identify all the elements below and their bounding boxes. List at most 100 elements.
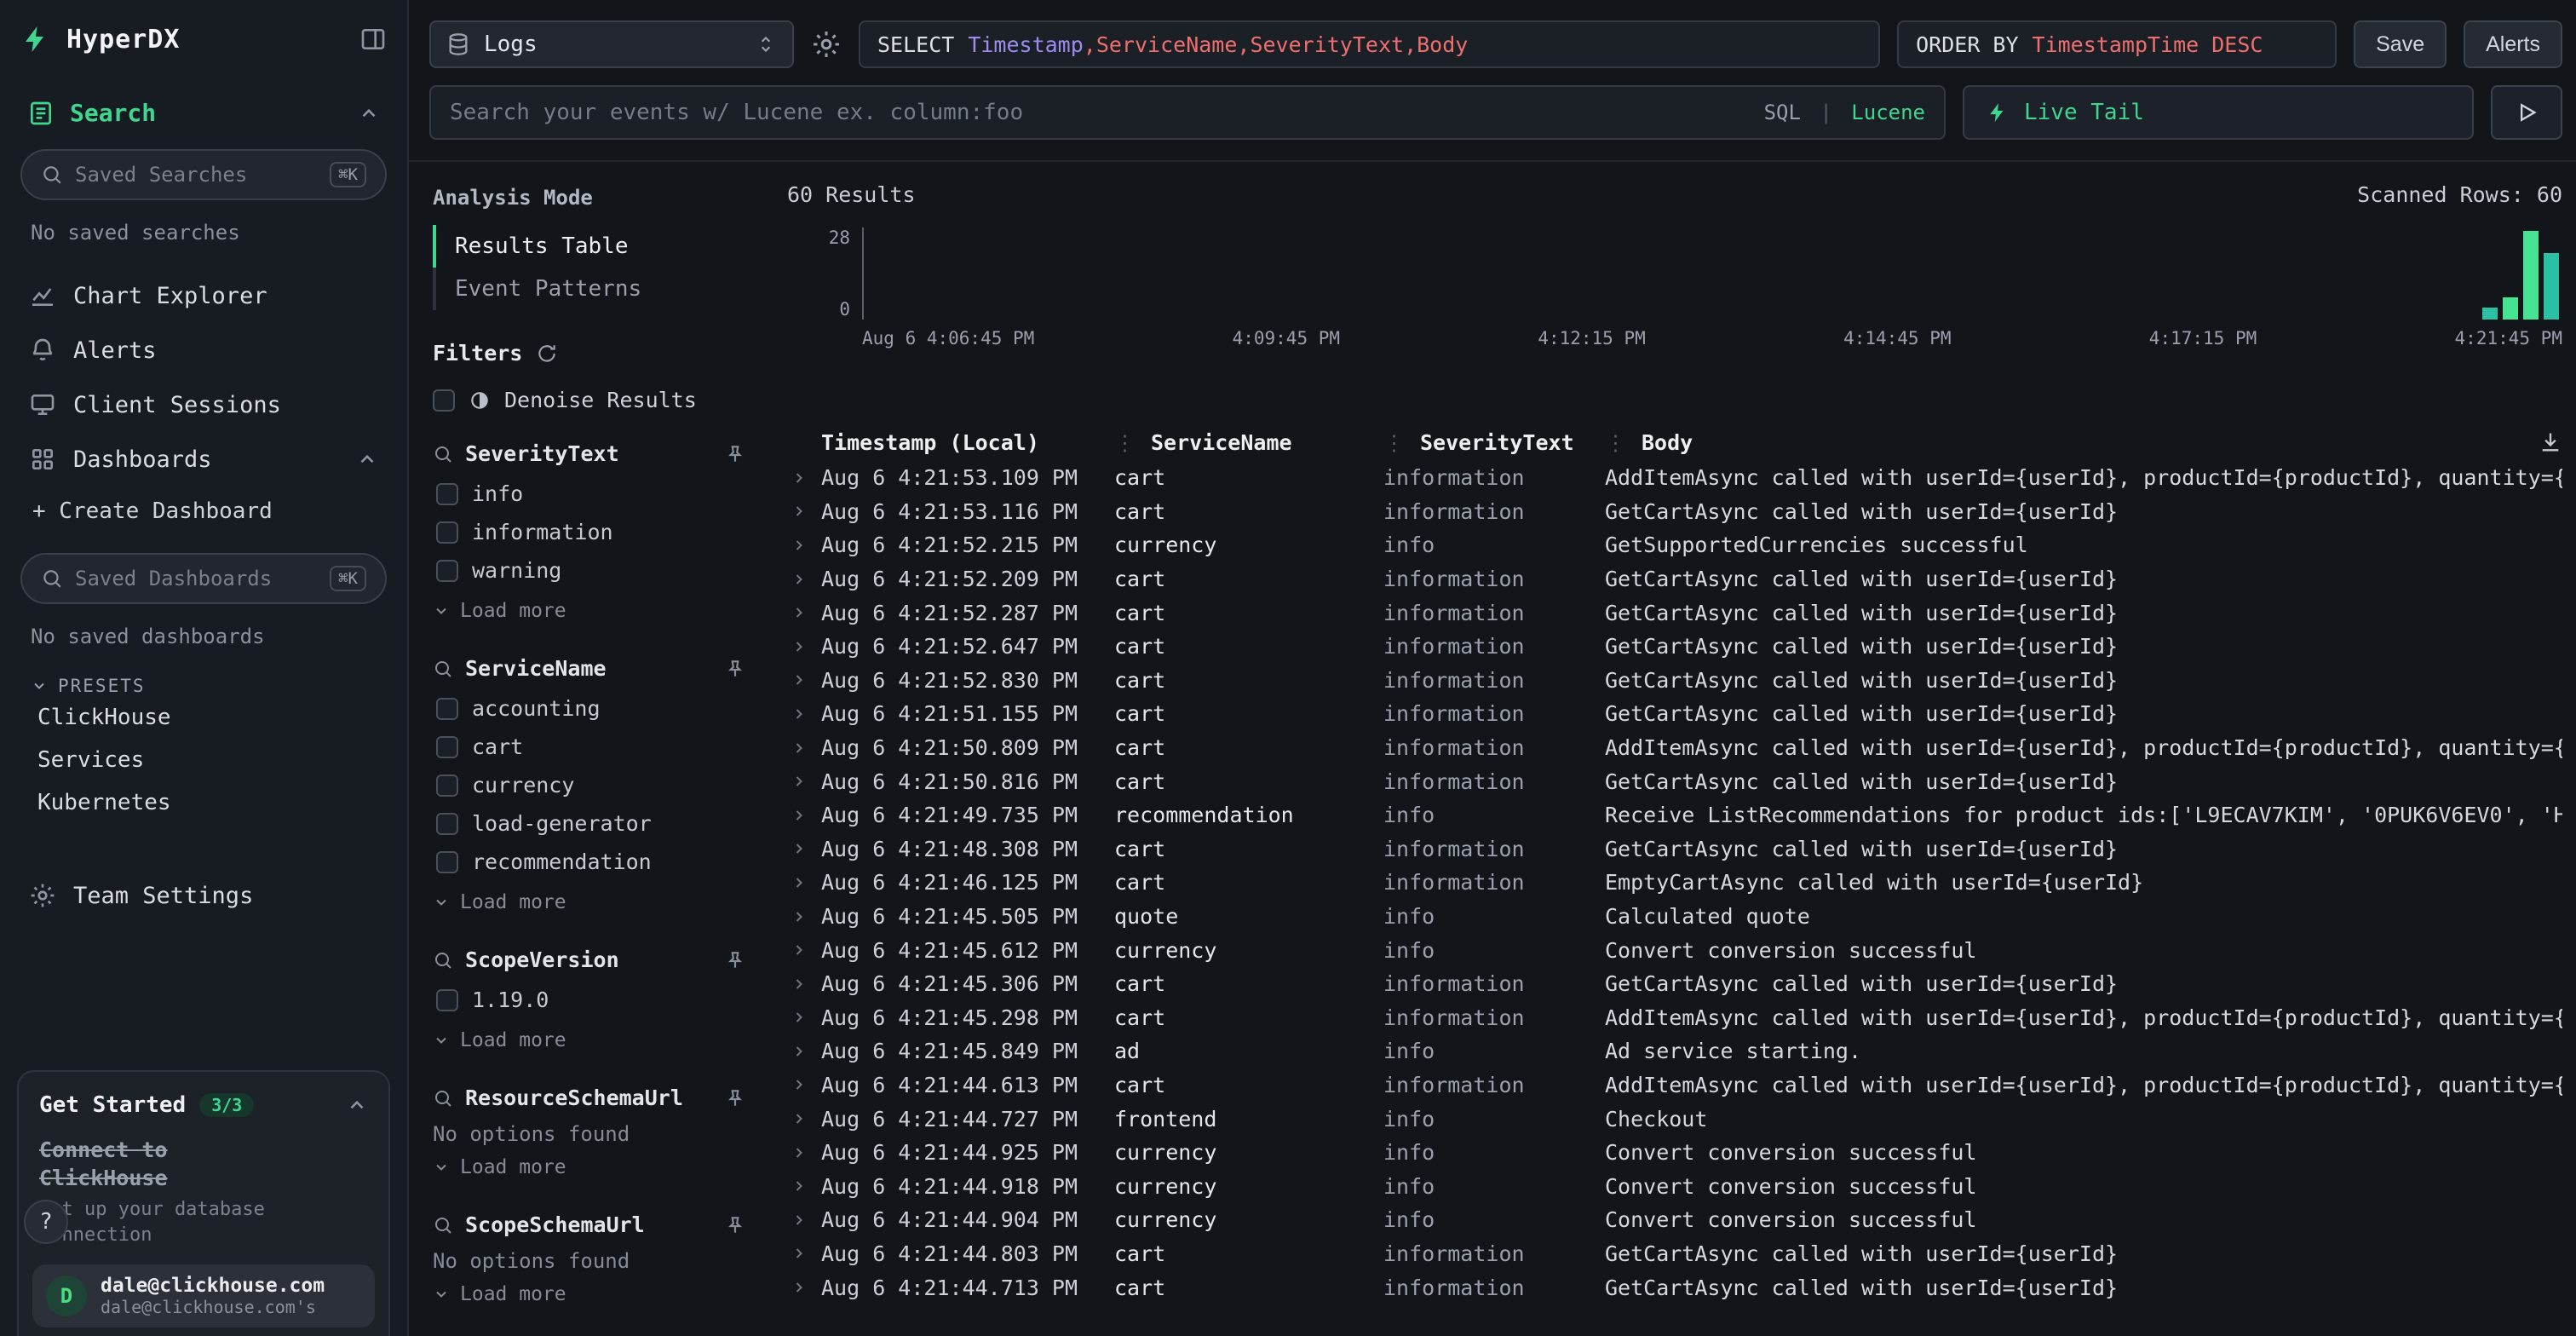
get-started-step-connect[interactable]: Connect to ClickHouse Set up your databa… (39, 1137, 368, 1247)
filter-option[interactable]: currency (433, 766, 746, 804)
saved-dashboards-field[interactable] (75, 567, 318, 590)
query-language-toggle[interactable]: SQL | Lucene (1764, 101, 1925, 124)
refresh-icon[interactable] (536, 343, 558, 365)
checkbox[interactable] (436, 851, 458, 873)
saved-dashboards-input[interactable]: ⌘K (20, 553, 387, 604)
event-search-input[interactable] (450, 100, 1747, 125)
help-button[interactable]: ? (24, 1200, 68, 1244)
row-expand-chevron-icon[interactable] (791, 571, 808, 588)
run-query-button[interactable] (2491, 85, 2562, 140)
load-more-button[interactable]: Load more (433, 1024, 746, 1057)
table-row[interactable]: Aug 6 4:21:44.613 PM cart information Ad… (787, 1068, 2562, 1103)
search-icon[interactable] (433, 444, 453, 464)
column-header-servicename[interactable]: ⋮ServiceName (1114, 430, 1383, 455)
table-row[interactable]: Aug 6 4:21:50.809 PM cart information Ad… (787, 731, 2562, 765)
row-expand-chevron-icon[interactable] (791, 537, 808, 554)
collapse-sidebar-icon[interactable] (359, 26, 387, 53)
chevron-up-icon[interactable] (356, 448, 378, 470)
search-icon[interactable] (433, 659, 453, 679)
checkbox[interactable] (436, 560, 458, 582)
histogram-bar[interactable] (2544, 253, 2559, 320)
table-row[interactable]: Aug 6 4:21:52.287 PM cart information Ge… (787, 596, 2562, 630)
table-row[interactable]: Aug 6 4:21:52.209 PM cart information Ge… (787, 562, 2562, 596)
table-row[interactable]: Aug 6 4:21:46.125 PM cart information Em… (787, 866, 2562, 900)
pin-icon[interactable] (724, 658, 746, 680)
pin-icon[interactable] (724, 949, 746, 971)
table-row[interactable]: Aug 6 4:21:45.612 PM currency info Conve… (787, 933, 2562, 967)
load-more-button[interactable]: Load more (433, 595, 746, 627)
table-row[interactable]: Aug 6 4:21:45.306 PM cart information Ge… (787, 967, 2562, 1001)
analysis-mode-results-table[interactable]: Results Table (433, 225, 746, 268)
table-row[interactable]: Aug 6 4:21:52.830 PM cart information Ge… (787, 664, 2562, 698)
row-expand-chevron-icon[interactable] (791, 671, 808, 688)
denoise-results-option[interactable]: Denoise Results (433, 388, 746, 412)
column-header-severitytext[interactable]: ⋮SeverityText (1383, 430, 1605, 455)
search-icon[interactable] (433, 1215, 453, 1235)
table-row[interactable]: Aug 6 4:21:53.116 PM cart information Ge… (787, 495, 2562, 529)
row-expand-chevron-icon[interactable] (791, 638, 808, 655)
load-more-button[interactable]: Load more (433, 1278, 746, 1310)
table-row[interactable]: Aug 6 4:21:52.215 PM currency info GetSu… (787, 528, 2562, 562)
table-row[interactable]: Aug 6 4:21:45.505 PM quote info Calculat… (787, 900, 2562, 934)
table-row[interactable]: Aug 6 4:21:45.298 PM cart information Ad… (787, 1001, 2562, 1035)
filter-option[interactable]: info (433, 475, 746, 513)
row-expand-chevron-icon[interactable] (791, 1212, 808, 1229)
checkbox[interactable] (436, 698, 458, 720)
table-row[interactable]: Aug 6 4:21:44.925 PM currency info Conve… (787, 1136, 2562, 1170)
checkbox[interactable] (436, 813, 458, 835)
checkbox[interactable] (436, 736, 458, 758)
table-row[interactable]: Aug 6 4:21:44.727 PM frontend info Check… (787, 1102, 2562, 1136)
sidebar-item-dashboards[interactable]: Dashboards (20, 432, 387, 487)
row-expand-chevron-icon[interactable] (791, 740, 808, 757)
row-expand-chevron-icon[interactable] (791, 1279, 808, 1296)
row-expand-chevron-icon[interactable] (791, 773, 808, 790)
save-button[interactable]: Save (2354, 20, 2447, 68)
row-expand-chevron-icon[interactable] (791, 1110, 808, 1127)
row-expand-chevron-icon[interactable] (791, 1245, 808, 1262)
language-lucene[interactable]: Lucene (1851, 101, 1925, 124)
table-row[interactable]: Aug 6 4:21:45.849 PM ad info Ad service … (787, 1034, 2562, 1068)
table-row[interactable]: Aug 6 4:21:51.155 PM cart information Ge… (787, 697, 2562, 731)
saved-searches-input[interactable]: ⌘K (20, 149, 387, 200)
event-search-box[interactable]: SQL | Lucene (429, 85, 1946, 140)
chevron-up-icon[interactable] (358, 102, 380, 124)
download-icon[interactable] (2539, 430, 2562, 454)
table-row[interactable]: Aug 6 4:21:44.904 PM currency info Conve… (787, 1203, 2562, 1237)
checkbox[interactable] (436, 521, 458, 544)
row-expand-chevron-icon[interactable] (791, 469, 808, 487)
search-icon[interactable] (433, 1088, 453, 1109)
table-row[interactable]: Aug 6 4:21:53.109 PM cart information Ad… (787, 461, 2562, 495)
row-expand-chevron-icon[interactable] (791, 705, 808, 723)
row-expand-chevron-icon[interactable] (791, 942, 808, 959)
row-expand-chevron-icon[interactable] (791, 1144, 808, 1161)
filter-option[interactable]: load-generator (433, 804, 746, 843)
row-expand-chevron-icon[interactable] (791, 840, 808, 857)
histogram-bar[interactable] (2523, 231, 2539, 320)
column-resize-handle[interactable]: ⋮ (1383, 430, 1405, 455)
language-sql[interactable]: SQL (1764, 101, 1801, 124)
saved-searches-field[interactable] (75, 163, 318, 187)
row-expand-chevron-icon[interactable] (791, 976, 808, 993)
row-expand-chevron-icon[interactable] (791, 1178, 808, 1195)
filter-option[interactable]: information (433, 513, 746, 551)
order-by-input[interactable]: ORDER BY TimestampTime DESC (1897, 20, 2337, 68)
table-row[interactable]: Aug 6 4:21:44.918 PM currency info Conve… (787, 1169, 2562, 1203)
filter-option[interactable]: 1.19.0 (433, 981, 746, 1019)
row-expand-chevron-icon[interactable] (791, 1009, 808, 1026)
checkbox[interactable] (433, 389, 455, 412)
table-row[interactable]: Aug 6 4:21:52.647 PM cart information Ge… (787, 630, 2562, 664)
row-expand-chevron-icon[interactable] (791, 874, 808, 891)
column-header-timestamp[interactable]: Timestamp (Local) (821, 430, 1114, 455)
checkbox[interactable] (436, 775, 458, 797)
histogram-plot[interactable] (862, 227, 2562, 320)
histogram-bar[interactable] (2503, 297, 2518, 320)
chevron-up-icon[interactable] (346, 1094, 368, 1116)
filter-option[interactable]: warning (433, 551, 746, 590)
sidebar-item-services[interactable]: Services (20, 739, 387, 781)
row-expand-chevron-icon[interactable] (791, 1076, 808, 1093)
row-expand-chevron-icon[interactable] (791, 604, 808, 621)
sidebar-item-team-settings[interactable]: Team Settings (20, 868, 387, 923)
column-resize-handle[interactable]: ⋮ (1114, 430, 1136, 455)
create-dashboard-button[interactable]: + Create Dashboard (20, 487, 387, 531)
sidebar-item-chart-explorer[interactable]: Chart Explorer (20, 268, 387, 323)
